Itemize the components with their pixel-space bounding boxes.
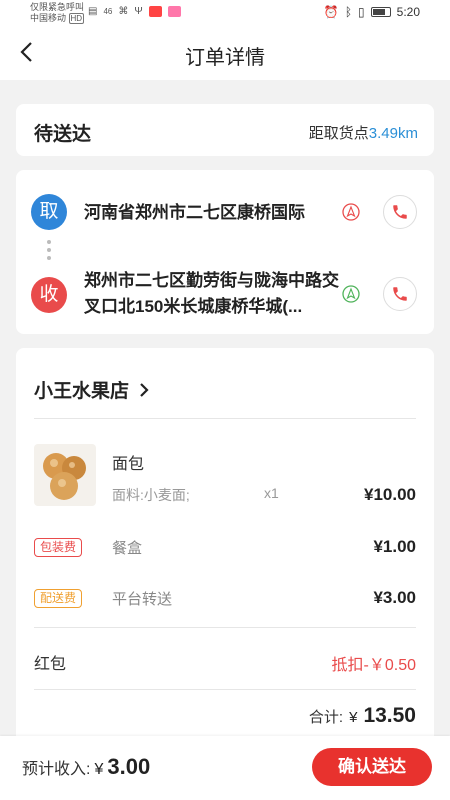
phone-icon bbox=[393, 205, 407, 219]
hd-badge: HD bbox=[68, 13, 85, 24]
divider bbox=[34, 627, 416, 628]
navigate-icon[interactable] bbox=[342, 285, 360, 303]
estimated-income: 预计收入: ¥3.00 bbox=[22, 754, 150, 780]
status-bar-icons: ▤ 46 ⌘ Ψ bbox=[88, 6, 181, 17]
income-label: 预计收入: bbox=[22, 761, 91, 778]
status-bar: 仅限紧急呼叫 中国移动 HD ▤ 46 ⌘ Ψ ⏰ ᛒ ▯ 5:20 bbox=[0, 0, 450, 24]
nav-bar: 订单详情 bbox=[0, 24, 450, 80]
total-label: 合计: bbox=[308, 709, 344, 726]
status-bar-right: ⏰ ᛒ ▯ 5:20 bbox=[324, 5, 420, 19]
bluetooth-icon: ᛒ bbox=[344, 5, 353, 19]
bread-icon bbox=[34, 444, 96, 506]
red-packet-label: 红包 bbox=[34, 656, 67, 673]
navigate-icon[interactable] bbox=[342, 203, 360, 221]
battery-icon bbox=[370, 7, 391, 17]
income-currency: ¥ bbox=[94, 761, 104, 778]
income-value: 3.00 bbox=[107, 754, 151, 779]
wifi-icon: ⌘ bbox=[118, 6, 129, 17]
red-packet-value: 抵扣-￥0.50 bbox=[331, 657, 416, 674]
bottom-bar: 预计收入: ¥3.00 确认送达 bbox=[0, 736, 450, 800]
route-card: 取 河南省郑州市二七区康桥国际 收 郑州市二七区勤劳街与陇海中路交叉口北150米… bbox=[16, 170, 434, 334]
carrier-label: 中国移动 bbox=[30, 13, 67, 23]
page-title: 订单详情 bbox=[185, 47, 265, 69]
shipping-fee-tag: 配送费 bbox=[34, 589, 83, 608]
order-total: 合计: ¥13.50 bbox=[309, 704, 416, 728]
shop-name: 小王水果店 bbox=[34, 381, 130, 402]
product-spec: 面料:小麦面; bbox=[112, 487, 190, 503]
status-bar-carrier: 仅限紧急呼叫 中国移动 HD bbox=[30, 2, 85, 24]
usb-icon: Ψ bbox=[134, 6, 143, 17]
receive-badge: 收 bbox=[31, 277, 67, 313]
pickup-distance: 距取货点3.49km bbox=[309, 122, 418, 143]
product-name: 面包 bbox=[112, 456, 145, 473]
app-notification-icon bbox=[148, 6, 162, 17]
pickup-address: 河南省郑州市二七区康桥国际 bbox=[84, 203, 305, 222]
receive-address: 郑州市二七区勤劳街与陇海中路交叉口北150米长城康桥华城(... bbox=[84, 271, 339, 316]
distance-label: 距取货点 bbox=[308, 125, 369, 142]
vibrate-icon: ▯ bbox=[358, 5, 365, 19]
pickup-badge: 取 bbox=[31, 194, 67, 230]
order-status: 待送达 bbox=[34, 124, 92, 145]
signal-icon: ▤ bbox=[88, 6, 98, 17]
phone-icon bbox=[393, 287, 407, 301]
shop-link[interactable]: 小王水果店 bbox=[34, 376, 149, 403]
packing-fee-tag: 包装费 bbox=[34, 538, 83, 557]
order-status-card: 待送达 距取货点3.49km bbox=[16, 104, 434, 156]
route-connector bbox=[47, 240, 51, 264]
confirm-delivery-button[interactable]: 确认送达 bbox=[312, 748, 432, 786]
product-image bbox=[34, 444, 96, 506]
carrier-name: 中国移动 HD bbox=[30, 13, 85, 24]
distance-value: 3.49km bbox=[368, 125, 418, 142]
divider bbox=[34, 418, 416, 419]
app-notification-icon bbox=[167, 6, 181, 17]
packing-fee-name: 餐盒 bbox=[112, 540, 143, 557]
order-detail-card: 小王水果店 面包 面料:小麦面; x1 ¥10.00 包装费 餐盒 ¥1.00 … bbox=[16, 348, 434, 748]
clock: 5:20 bbox=[396, 5, 420, 19]
shipping-fee-price: ¥3.00 bbox=[373, 588, 416, 607]
alarm-icon: ⏰ bbox=[323, 5, 339, 19]
divider bbox=[34, 689, 416, 690]
chevron-right-icon bbox=[140, 382, 149, 397]
call-pickup-button[interactable] bbox=[383, 195, 417, 229]
emergency-text: 仅限紧急呼叫 bbox=[30, 2, 85, 12]
product-quantity: x1 bbox=[264, 485, 279, 501]
total-currency: ¥ bbox=[349, 709, 358, 726]
network-type: 46 bbox=[103, 7, 113, 16]
shipping-fee-name: 平台转送 bbox=[112, 591, 173, 608]
total-value: 13.50 bbox=[363, 704, 416, 727]
packing-fee-price: ¥1.00 bbox=[373, 537, 416, 556]
product-price: ¥10.00 bbox=[364, 485, 416, 504]
call-receiver-button[interactable] bbox=[383, 277, 417, 311]
